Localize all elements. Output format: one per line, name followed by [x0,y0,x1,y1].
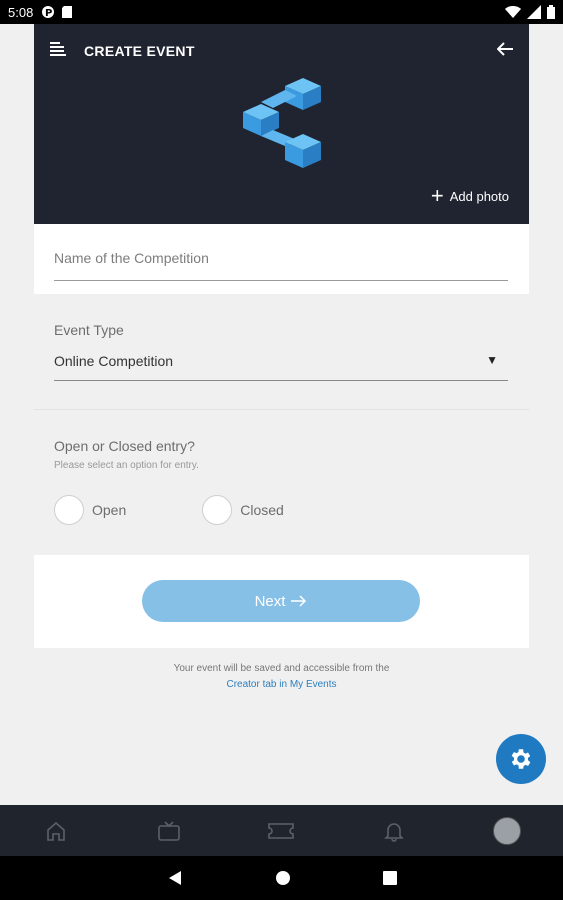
add-photo-button[interactable]: + Add photo [430,183,509,208]
competition-name-placeholder: Name of the Competition [54,250,209,266]
back-arrow-icon[interactable] [496,40,513,61]
settings-fab-button[interactable] [496,734,546,784]
notification-p-icon: P [42,6,55,19]
entry-helper-text: Please select an option for entry. [54,460,199,471]
name-section: Name of the Competition [34,224,529,294]
entry-question: Open or Closed entry? [54,438,195,454]
battery-icon [547,5,555,19]
page-title: CREATE EVENT [84,43,195,59]
creator-tab-link[interactable]: Creator tab in My Events [0,677,563,693]
ticket-icon[interactable] [267,817,295,845]
home-circle-icon[interactable] [275,870,291,886]
sd-card-icon [62,6,73,18]
home-icon[interactable] [42,817,70,845]
save-info-text: Your event will be saved and accessible … [173,663,390,674]
closed-radio[interactable]: Closed [202,495,284,525]
event-header: CREATE EVENT + Add photo [34,24,529,224]
system-navigation-bar [0,856,563,900]
entry-section: Open or Closed entry? Please select an o… [34,409,529,554]
next-button-label: Next [254,592,286,610]
status-bar: 5:08 P [0,0,563,24]
recents-square-icon[interactable] [382,871,397,885]
radio-circle [54,495,84,525]
event-type-label: Event Type [54,322,124,338]
bottom-navigation [0,805,563,856]
event-type-value: Online Competition [54,353,174,369]
event-type-section: Event Type Online Competition ▼ [34,294,529,408]
wifi-icon [505,6,521,18]
menu-icon[interactable] [50,42,66,61]
open-radio-label: Open [92,502,127,518]
avatar [492,816,521,845]
add-photo-label: Add photo [449,188,509,204]
dropdown-caret-icon: ▼ [486,353,498,367]
save-info-note: Your event will be saved and accessible … [0,661,563,693]
arrow-right-icon [291,595,307,607]
competition-name-input[interactable]: Name of the Competition [54,250,508,281]
app-logo-icon [243,78,321,168]
closed-radio-label: Closed [240,502,284,518]
signal-icon [527,5,541,19]
next-button[interactable]: Next [142,580,420,622]
back-triangle-icon[interactable] [167,870,183,886]
status-time: 5:08 [8,4,34,20]
next-section: Next [34,555,529,648]
bell-icon[interactable] [380,817,408,845]
tv-icon[interactable] [155,817,183,845]
event-type-select[interactable]: Online Competition ▼ [54,350,508,381]
plus-icon: + [430,183,444,208]
entry-radio-group: Open Closed [54,495,284,525]
svg-text:P: P [45,8,52,19]
radio-circle [202,495,233,525]
profile-avatar[interactable] [492,816,521,845]
gear-icon [511,749,531,769]
open-radio[interactable]: Open [54,495,126,525]
